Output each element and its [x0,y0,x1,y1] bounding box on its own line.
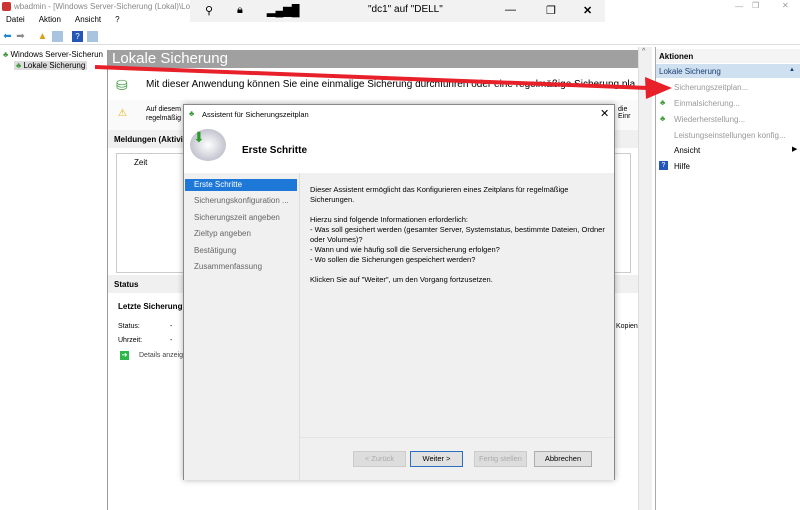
red-annotation-arrow [94,65,672,99]
